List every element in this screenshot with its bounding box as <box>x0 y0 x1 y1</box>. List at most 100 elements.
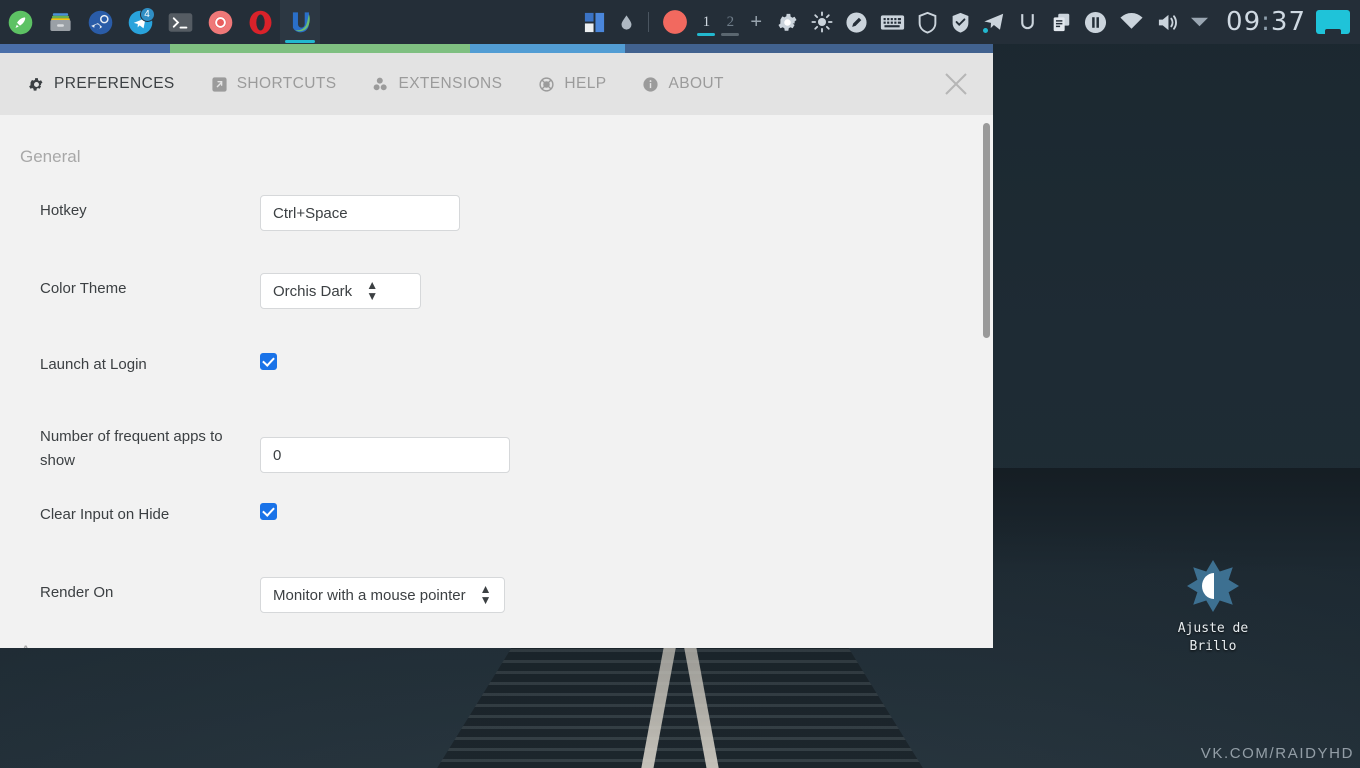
ulauncher-icon <box>287 9 314 36</box>
pen-icon <box>846 11 867 33</box>
tab-label: EXTENSIONS <box>398 75 503 92</box>
tray-volume[interactable] <box>1150 0 1185 44</box>
workspace-1[interactable]: 1 <box>694 0 718 44</box>
pause-icon <box>1085 11 1107 33</box>
tab-label: PREFERENCES <box>54 75 175 92</box>
tray-brightness[interactable] <box>805 0 839 44</box>
tray-telegram[interactable] <box>977 0 1011 44</box>
frequent-apps-input[interactable] <box>260 437 510 473</box>
dock-item-files[interactable] <box>40 0 80 44</box>
keyboard-icon <box>880 14 905 30</box>
settings-scrollbar[interactable] <box>982 115 991 648</box>
windows-tiles-icon <box>585 12 605 32</box>
shield-icon <box>918 11 937 34</box>
dock: 4 <box>0 0 320 44</box>
file-manager-icon <box>47 9 74 36</box>
workspace-2[interactable]: 2 <box>718 0 742 44</box>
dock-item-ulauncher[interactable] <box>280 0 320 44</box>
shield-check-icon <box>952 12 969 33</box>
tray-record[interactable] <box>656 0 694 44</box>
tray-keyboard[interactable] <box>874 0 911 44</box>
tray-settings[interactable] <box>770 0 805 44</box>
dock-item-terminal[interactable] <box>160 0 200 44</box>
workspace-label: 1 <box>702 13 711 30</box>
dock-item-telegram[interactable]: 4 <box>120 0 160 44</box>
select-value: Orchis Dark <box>273 282 353 300</box>
setting-row-color-theme: Color Theme Orchis Dark ▲ ▼ <box>0 273 993 329</box>
clock-hours: 09 <box>1226 7 1262 37</box>
desktop-icon-label-line1: Ajuste de <box>1177 621 1249 636</box>
section-title-general: General <box>20 147 81 166</box>
add-workspace-button[interactable]: + <box>742 11 770 34</box>
tab-label: SHORTCUTS <box>236 75 337 92</box>
gear-icon <box>28 76 45 93</box>
record-circle-icon <box>663 10 688 34</box>
system-tray: 1 2 + 09:37 <box>577 0 1360 44</box>
clock-minutes: 37 <box>1270 7 1306 37</box>
setting-row-launch-at-login: Launch at Login <box>0 349 993 405</box>
setting-control: Monitor with a mouse pointer ▲ ▼ <box>260 577 505 613</box>
tray-shield[interactable] <box>911 0 944 44</box>
desktop-icon-brightness[interactable]: Ajuste de Brillo <box>1152 560 1274 656</box>
steam-icon <box>87 9 114 36</box>
setting-label: Number of frequent apps to show <box>40 428 223 469</box>
desktop-icon-label-line2: Brillo <box>1189 639 1237 654</box>
dock-item-launcher[interactable] <box>0 0 40 44</box>
tray-separator <box>648 12 650 32</box>
setting-row-hotkey: Hotkey <box>0 195 993 251</box>
dock-item-chromium[interactable] <box>200 0 240 44</box>
scrollbar-thumb[interactable] <box>983 123 990 338</box>
dock-item-opera[interactable] <box>240 0 280 44</box>
top-panel: 4 1 2 + 09:37 <box>0 0 1360 44</box>
tray-dropdown[interactable] <box>1185 0 1214 44</box>
tray-clipboard[interactable] <box>1044 0 1078 44</box>
workspace-label: 2 <box>726 13 735 30</box>
terminal-icon <box>167 9 194 36</box>
tab-bar: PREFERENCES SHORTCUTS EXTENSIONS HELP AB <box>0 53 993 115</box>
tray-pause[interactable] <box>1078 0 1113 44</box>
close-button[interactable] <box>941 69 971 99</box>
telegram-badge: 4 <box>139 6 155 22</box>
section-title-appearance: Appearance <box>20 642 112 648</box>
dock-item-steam[interactable] <box>80 0 120 44</box>
water-drop-icon <box>621 14 632 30</box>
volume-icon <box>1158 14 1177 30</box>
lifebuoy-icon <box>538 76 555 93</box>
tray-pen[interactable] <box>839 0 874 44</box>
select-value: Monitor with a mouse pointer <box>273 586 466 604</box>
setting-control <box>260 349 277 371</box>
tab-shortcuts[interactable]: SHORTCUTS <box>211 75 359 93</box>
tab-help[interactable]: HELP <box>538 75 628 93</box>
tab-extensions[interactable]: EXTENSIONS <box>372 75 524 93</box>
hotkey-input[interactable] <box>260 195 460 231</box>
tray-shield-check[interactable] <box>944 0 977 44</box>
tab-preferences[interactable]: PREFERENCES <box>28 75 197 93</box>
screen-icon[interactable] <box>1316 10 1350 34</box>
settings-content: General Hotkey Color Theme Orchis Dark ▲… <box>0 115 993 648</box>
watermark: VK.COM/RAIDYHD <box>1200 745 1354 762</box>
clock-separator: : <box>1261 7 1271 37</box>
shortcut-icon <box>211 76 228 93</box>
setting-control <box>260 195 460 231</box>
workspace-inactive-underline <box>721 33 740 36</box>
setting-row-render-on: Render On Monitor with a mouse pointer ▲… <box>0 577 993 633</box>
setting-row-clear-input: Clear Input on Hide <box>0 499 993 555</box>
clock[interactable]: 09:37 <box>1214 7 1316 37</box>
tray-windows-tiles[interactable] <box>577 0 612 44</box>
extensions-icon <box>372 76 389 93</box>
setting-label: Render On <box>40 584 114 601</box>
chevron-down-icon <box>1191 17 1209 27</box>
tab-about[interactable]: ABOUT <box>642 75 745 93</box>
tray-water-drop[interactable] <box>612 0 641 44</box>
render-on-select[interactable]: Monitor with a mouse pointer ▲ ▼ <box>260 577 505 613</box>
color-theme-select[interactable]: Orchis Dark ▲ ▼ <box>260 273 421 309</box>
launch-at-login-checkbox[interactable] <box>260 353 277 370</box>
clear-input-on-hide-checkbox[interactable] <box>260 503 277 520</box>
setting-label: Launch at Login <box>40 356 147 373</box>
setting-control <box>260 499 277 521</box>
tray-wifi[interactable] <box>1113 0 1150 44</box>
chromium-icon <box>207 9 234 36</box>
tab-label: HELP <box>564 75 607 92</box>
tray-ulauncher[interactable] <box>1011 0 1044 44</box>
setting-control <box>260 421 510 473</box>
